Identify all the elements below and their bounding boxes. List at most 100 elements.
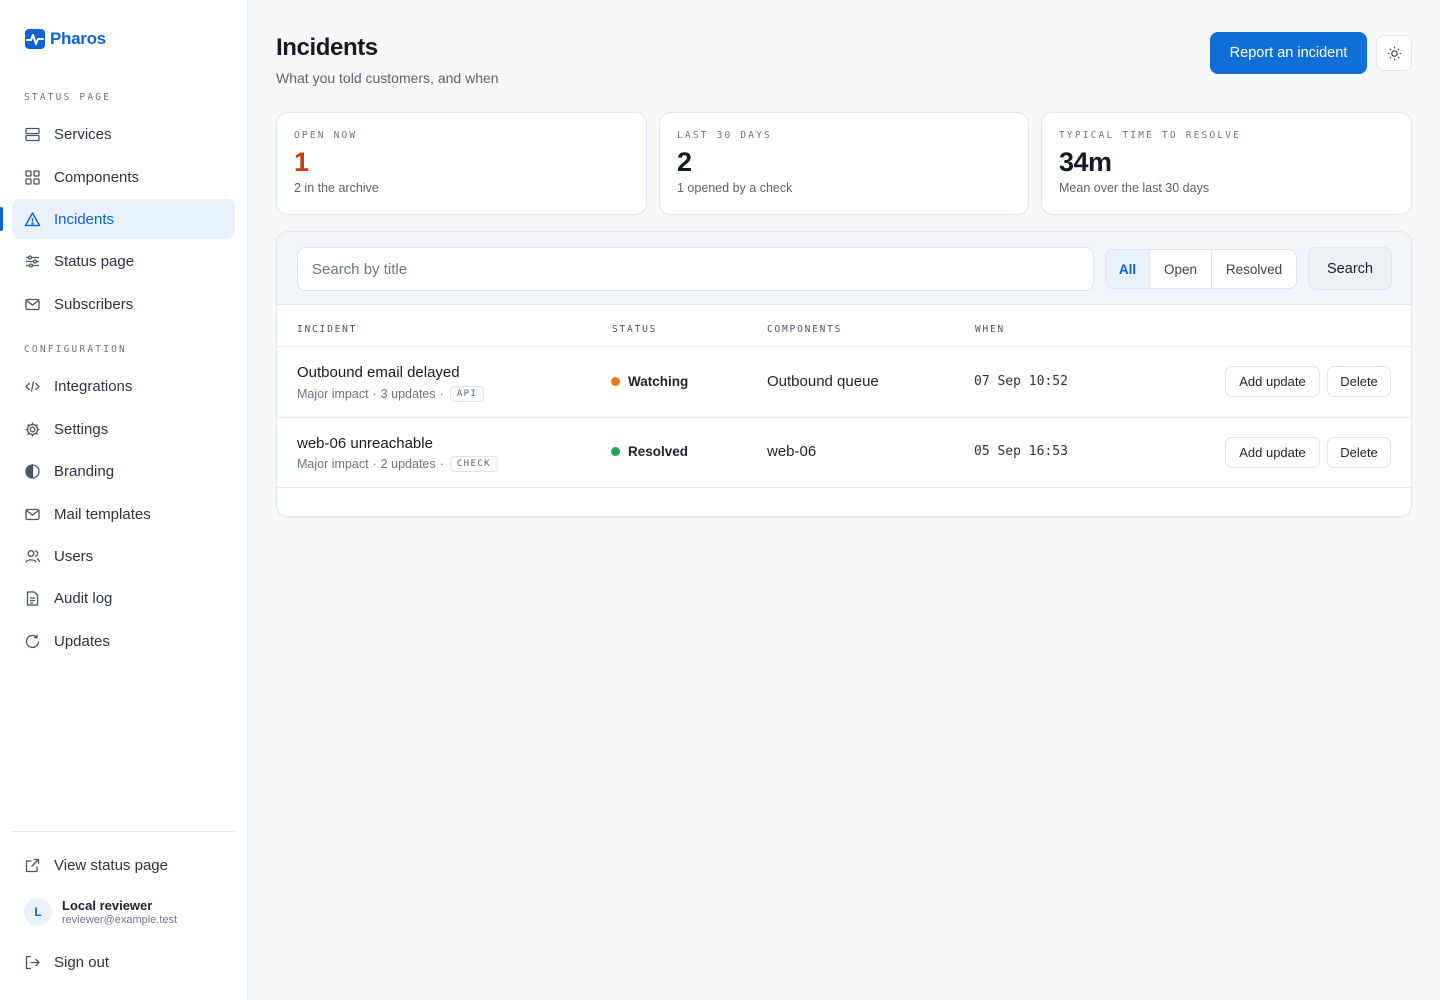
component-name: Outbound queue [767,373,879,390]
add-update-button[interactable]: Add update [1225,437,1320,468]
column-header-incident: INCIDENT [297,324,358,335]
sidebar-item-label: Users [54,547,94,565]
meta-separator: · [372,457,377,471]
contrast-icon [25,463,40,479]
search-input[interactable] [297,247,1094,291]
sign-out-button[interactable]: Sign out [12,942,235,982]
add-update-button[interactable]: Add update [1225,366,1320,397]
column-header-when: WHEN [975,324,1006,335]
active-indicator [0,207,3,231]
sidebar-item-label: Status page [54,252,135,270]
row-divider [277,487,1411,488]
sidebar-item-integrations[interactable]: Integrations [12,366,235,406]
sidebar-item-label: Incidents [54,210,115,228]
grid-icon [25,169,40,185]
stat-note: 2 in the archive [294,181,379,195]
sidebar-item-subscribers[interactable]: Subscribers [12,284,235,324]
status-text: Watching [628,374,689,389]
document-icon [26,590,39,606]
mail-icon [25,298,40,310]
stat-label: LAST 30 DAYS [677,130,773,141]
filter-open[interactable]: Open [1150,250,1212,288]
status-dot [611,377,620,386]
sidebar-item-status-page[interactable]: Status page [12,241,235,281]
external-link-icon [25,858,40,872]
view-status-page-link[interactable]: View status page [12,845,235,885]
impact-text: Major impact [297,387,369,401]
stat-card-last-30-days: LAST 30 DAYS 2 1 opened by a check [659,112,1029,215]
status-badge: Watching [611,374,688,389]
sign-out-icon [25,955,40,969]
incident-meta: Major impact · 3 updates · API [297,386,485,402]
page-title: Incidents [276,34,378,61]
status-text: Resolved [628,444,689,459]
sidebar-item-label: Audit log [54,589,113,607]
stat-card-time-to-resolve: TYPICAL TIME TO RESOLVE 34m Mean over th… [1041,112,1412,215]
sidebar-item-mail-templates[interactable]: Mail templates [12,494,235,534]
sidebar-item-updates[interactable]: Updates [12,621,235,661]
updates-count: 2 updates [380,457,436,471]
incident-meta: Major impact · 2 updates · CHECK [297,456,498,472]
section-label-configuration: CONFIGURATION [24,344,127,355]
meta-separator: · [372,387,377,401]
filter-toolbar: All Open Resolved Search [277,232,1411,305]
user-name: Local reviewer [62,898,153,913]
brand-name: Pharos [50,29,106,48]
stat-card-open-now: OPEN NOW 1 2 in the archive [276,112,647,215]
status-badge: Resolved [611,444,688,459]
sidebar-item-label: Branding [54,462,115,480]
gear-icon [25,422,40,436]
sidebar-item-components[interactable]: Components [12,157,235,197]
column-header-components: COMPONENTS [767,324,843,335]
users-icon [25,549,40,563]
avatar: L [24,898,52,926]
updates-count: 3 updates [380,387,436,401]
component-name: web-06 [767,443,817,460]
user-profile[interactable]: L Local reviewer reviewer@example.test [24,898,177,926]
sidebar-item-settings[interactable]: Settings [12,409,235,449]
stat-note: 1 opened by a check [677,181,793,195]
report-incident-button[interactable]: Report an incident [1210,32,1367,74]
status-dot [611,447,620,456]
sidebar: Pharos STATUS PAGE Services Components I… [0,0,248,1000]
theme-toggle-button[interactable] [1376,35,1412,71]
header-divider [277,346,1411,347]
sidebar-item-audit-log[interactable]: Audit log [12,578,235,618]
sidebar-item-label: Services [54,125,112,143]
sidebar-item-label: Mail templates [54,505,151,523]
refresh-icon [25,634,40,648]
search-button[interactable]: Search [1308,247,1392,290]
sidebar-item-incidents[interactable]: Incidents [12,199,235,239]
sidebar-item-branding[interactable]: Branding [12,451,235,491]
filter-all[interactable]: All [1106,250,1150,288]
view-status-page-label: View status page [54,856,168,874]
sidebar-item-users[interactable]: Users [12,536,235,576]
code-icon [25,380,40,392]
sidebar-divider [12,831,235,832]
incident-time: 05 Sep 16:53 [974,444,1068,459]
filter-resolved[interactable]: Resolved [1212,250,1296,288]
sidebar-item-label: Components [54,168,140,186]
incident-title[interactable]: web-06 unreachable [297,435,433,452]
delete-button[interactable]: Delete [1327,366,1391,397]
impact-text: Major impact [297,457,369,471]
sidebar-item-label: Subscribers [54,295,134,313]
stat-label: OPEN NOW [294,130,358,141]
sidebar-item-label: Integrations [54,377,133,395]
row-divider [277,417,1411,418]
sliders-icon [26,254,39,268]
sidebar-item-services[interactable]: Services [12,114,235,154]
stat-value: 34m [1059,147,1112,177]
stat-label: TYPICAL TIME TO RESOLVE [1059,130,1242,141]
sidebar-item-label: Settings [54,420,109,438]
column-header-status: STATUS [612,324,658,335]
delete-button[interactable]: Delete [1327,437,1391,468]
page-subtitle: What you told customers, and when [276,70,499,86]
sun-icon [1387,46,1401,60]
warning-icon [24,211,41,226]
logo[interactable]: Pharos [24,28,106,50]
incident-title[interactable]: Outbound email delayed [297,364,460,381]
stat-value: 1 [294,147,309,177]
stat-value: 2 [677,147,692,177]
sidebar-item-label: Updates [54,632,110,650]
